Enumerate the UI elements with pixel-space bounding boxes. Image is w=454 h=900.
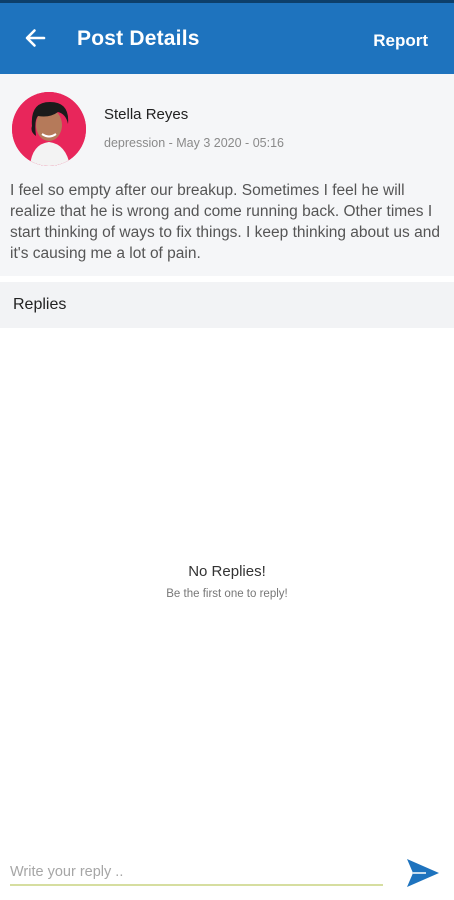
report-button[interactable]: Report: [373, 31, 428, 51]
post-meta: depression - May 3 2020 - 05:16: [104, 136, 284, 150]
empty-state-subtitle: Be the first one to reply!: [166, 588, 288, 600]
user-photo-icon: [12, 92, 86, 166]
empty-state-title: No Replies!: [188, 563, 266, 580]
reply-input[interactable]: [10, 860, 383, 886]
replies-header: Replies: [0, 282, 454, 328]
replies-label: Replies: [13, 296, 67, 313]
author-name[interactable]: Stella Reyes: [104, 106, 188, 123]
reply-composer: [0, 848, 454, 900]
send-icon: [407, 859, 439, 887]
avatar[interactable]: [12, 92, 86, 166]
page-title: Post Details: [77, 27, 200, 50]
send-button[interactable]: [404, 856, 442, 890]
arrow-left-icon: [25, 29, 46, 47]
app-bar: Post Details Report: [0, 0, 454, 74]
post-body: I feel so empty after our breakup. Somet…: [10, 182, 440, 262]
post-card: Stella Reyes depression - May 3 2020 - 0…: [0, 74, 454, 276]
back-button[interactable]: [18, 21, 52, 55]
